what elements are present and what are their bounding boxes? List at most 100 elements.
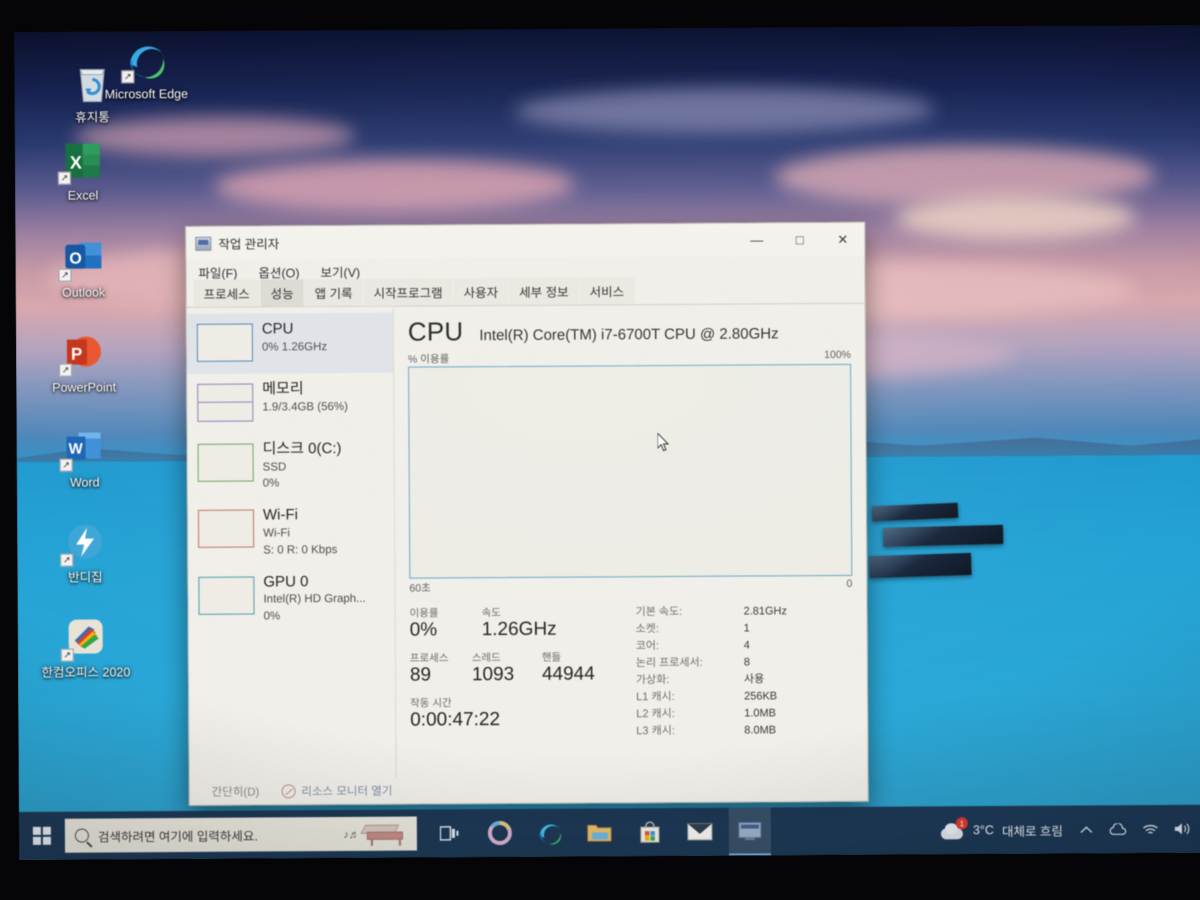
weather-widget[interactable]: 1 3°C 대체로 흐림 <box>939 817 1063 840</box>
tab-users[interactable]: 사용자 <box>453 277 509 306</box>
fewer-details-button[interactable]: 간단히(D) <box>212 784 260 800</box>
desktop-icon-hancom-office[interactable]: ↗ 한컴오피스 2020 <box>34 614 138 680</box>
file-explorer-icon[interactable] <box>579 808 621 856</box>
sidebar-item-memory[interactable]: 메모리 1.9/3.4GB (56%) <box>187 373 393 434</box>
microsoft-store-icon[interactable] <box>629 808 671 856</box>
spec-row-logical-processors: 논리 프로세서: 8 <box>636 654 853 672</box>
spec-row-cores: 코어: 4 <box>636 637 853 655</box>
sidebar-item-sub1: 1.9/3.4GB (56%) <box>262 400 348 413</box>
sidebar-item-title: 메모리 <box>262 380 304 398</box>
status-bar: 간단히(D) 리소스 모니터 열기 <box>190 775 868 805</box>
stat-value-processes: 89 <box>409 664 432 686</box>
title-bar[interactable]: 작업 관리자 — □ ✕ <box>186 222 865 260</box>
stat-label-processes: 프로세스 <box>409 652 449 665</box>
resource-monitor-icon <box>281 784 296 799</box>
desktop-icon-word[interactable]: W ↗ Word <box>32 424 136 490</box>
shortcut-arrow-icon: ↗ <box>60 648 74 662</box>
recycle-bin-icon <box>69 59 115 105</box>
microsoft-edge-icon: ↗ <box>121 36 169 84</box>
stat-label-utilization: 이용률 <box>409 607 439 620</box>
close-button[interactable]: ✕ <box>821 223 864 256</box>
shortcut-arrow-icon: ↗ <box>59 363 73 377</box>
powerpoint-icon: P ↗ <box>59 329 107 377</box>
microsoft-edge-icon[interactable] <box>529 809 571 857</box>
tab-performance[interactable]: 성능 <box>260 279 304 307</box>
minimize-button[interactable]: — <box>735 223 778 256</box>
shortcut-arrow-icon: ↗ <box>59 458 73 472</box>
sidebar-item-sub1: Wi-Fi <box>263 527 290 540</box>
wifi-icon[interactable] <box>1141 821 1159 837</box>
sidebar-item-title: 디스크 0(C:) <box>262 440 342 458</box>
spec-key: L1 캐시: <box>636 690 675 704</box>
tab-startup[interactable]: 시작프로그램 <box>363 278 453 306</box>
sidebar-item-cpu[interactable]: CPU 0% 1.26GHz <box>186 312 394 374</box>
sidebar-item-title: GPU 0 <box>263 572 309 591</box>
sidebar-item-wifi[interactable]: Wi-Fi Wi-Fi S: 0 R: 0 Kbps <box>188 499 394 567</box>
wifi-mini-graph <box>197 509 255 549</box>
desktop-icon-label: 반디집 <box>68 570 103 585</box>
desktop-icon-label: PowerPoint <box>52 380 117 395</box>
show-hidden-icons-chevron-up-icon[interactable] <box>1077 821 1095 837</box>
stat-value-handles: 44944 <box>541 663 595 685</box>
sidebar-item-disk-0[interactable]: 디스크 0(C:) SSD 0% <box>187 433 393 501</box>
spec-value: 사용 <box>743 673 765 686</box>
desktop-icon-powerpoint[interactable]: P ↗ PowerPoint <box>32 329 136 395</box>
search-input[interactable]: 검색하려면 여기에 입력하세요. ♪♬ <box>64 816 418 853</box>
cloud-icon: 1 <box>939 817 968 840</box>
bandizip-icon: ↗ <box>60 519 108 567</box>
screen: 휴지통 ↗ Microsoft Edge X ↗ Excel O ↗ Outlo… <box>14 24 1200 860</box>
task-view-icon[interactable] <box>429 809 471 857</box>
monitor-photo: 휴지통 ↗ Microsoft Edge X ↗ Excel O ↗ Outlo… <box>0 0 1200 900</box>
sidebar-item-sub1: 0% 1.26GHz <box>261 340 328 353</box>
sidebar-item-gpu-0[interactable]: GPU 0 Intel(R) HD Graph... 0% <box>188 565 394 633</box>
graph-y-label: % 이용률 <box>407 353 450 366</box>
graph-time-zero: 0 <box>846 577 853 590</box>
wallpaper-rock <box>868 552 972 579</box>
desktop-icon-label: 한컴오피스 2020 <box>41 665 131 680</box>
spec-value: 1 <box>743 622 750 635</box>
onedrive-icon[interactable] <box>1109 821 1127 837</box>
spec-row-l2-cache: L2 캐시: 1.0MB <box>636 705 853 723</box>
shortcut-arrow-icon: ↗ <box>121 70 135 84</box>
spec-value: 4 <box>743 639 750 652</box>
mail-icon[interactable] <box>679 808 721 856</box>
spec-row-l3-cache: L3 캐시: 8.0MB <box>636 722 853 740</box>
desktop-icon-label: Microsoft Edge <box>104 86 189 102</box>
cpu-utilization-graph[interactable] <box>408 363 853 579</box>
spec-key: 기본 속도: <box>635 605 683 619</box>
disk-mini-graph <box>197 443 254 482</box>
stat-row-utilization-speed: 이용률 속도 0% 1.26GHz <box>410 604 626 641</box>
volume-icon[interactable] <box>1173 821 1191 837</box>
desktop-icon-bandizip[interactable]: ↗ 반디집 <box>33 519 137 585</box>
stat-row-processes-threads-handles: 프로세스 스레드 핸들 89 1093 44944 <box>410 649 626 686</box>
svg-text:W: W <box>68 441 83 458</box>
shortcut-arrow-icon: ↗ <box>57 171 71 185</box>
performance-detail-panel: CPU Intel(R) Core(TM) i7-6700T CPU @ 2.8… <box>394 304 868 778</box>
tab-processes[interactable]: 프로세스 <box>193 279 260 307</box>
system-tray: 1 3°C 대체로 흐림 <box>939 817 1200 840</box>
start-button[interactable] <box>19 812 65 860</box>
desktop-icon-excel[interactable]: X ↗ Excel <box>31 137 135 203</box>
tab-details[interactable]: 세부 정보 <box>509 277 579 305</box>
tab-app-history[interactable]: 앱 기록 <box>304 278 363 307</box>
spec-value: 256KB <box>744 690 778 703</box>
stat-value-utilization: 0% <box>409 619 438 641</box>
desktop-icon-outlook[interactable]: O ↗ Outlook <box>31 234 135 300</box>
open-resource-monitor-link[interactable]: 리소스 모니터 열기 <box>281 783 392 800</box>
spec-row-l1-cache: L1 캐시: 256KB <box>636 688 853 706</box>
gpu-mini-graph <box>198 576 255 615</box>
desktop-icon-list: 휴지통 ↗ Microsoft Edge X ↗ Excel O ↗ Outlo… <box>22 46 188 710</box>
tab-services[interactable]: 서비스 <box>579 277 635 305</box>
detail-header: CPU Intel(R) Core(TM) i7-6700T CPU @ 2.8… <box>408 314 851 348</box>
stat-value-speed: 1.26GHz <box>481 618 557 641</box>
notification-badge: 1 <box>955 817 968 830</box>
task-manager-icon[interactable] <box>728 807 772 856</box>
spec-key: 가상화: <box>635 674 670 687</box>
spec-value: 8 <box>743 656 751 669</box>
spec-key: 소켓: <box>635 623 659 636</box>
task-manager-window: 작업 관리자 — □ ✕ 파일(F) 옵션(O) 보기(V) 프로세스 성능 앱… <box>185 221 869 806</box>
cortana-icon[interactable] <box>479 809 521 857</box>
maximize-button[interactable]: □ <box>778 223 821 256</box>
spec-key: 논리 프로세서: <box>635 656 703 670</box>
windows-logo-icon <box>32 826 51 845</box>
